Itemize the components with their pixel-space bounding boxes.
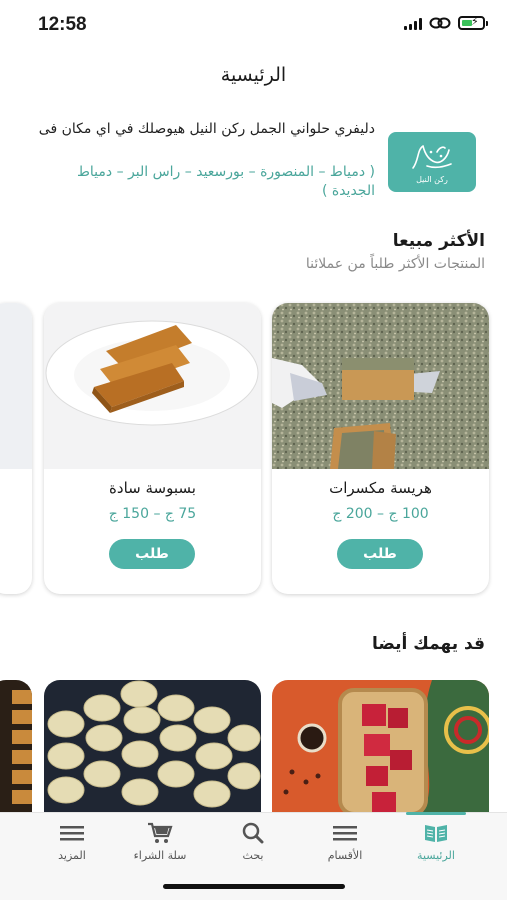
best-sellers-subtitle: المنتجات الأكثر طلباً من عملائنا (305, 256, 485, 272)
suggested-card[interactable] (44, 680, 261, 814)
status-icons: ⚡ (404, 15, 488, 30)
book-icon (425, 825, 447, 842)
order-button[interactable]: طلب (337, 539, 423, 569)
order-button[interactable]: طلب (109, 539, 195, 569)
tab-search[interactable]: بحث (213, 821, 293, 862)
product-card[interactable]: هريسة مكسرات 100 ج – 200 ج طلب (272, 303, 489, 594)
product-name: بسبوسة سادة (109, 479, 196, 497)
logo-text: ركن النيل (416, 175, 448, 184)
product-image (272, 303, 489, 469)
link-icon (429, 17, 451, 29)
tab-home[interactable]: الرئيسية (396, 821, 476, 862)
product-image (44, 303, 261, 469)
tab-categories-label: الأقسام (327, 849, 363, 862)
product-card-partial[interactable] (0, 303, 32, 594)
tab-cart[interactable]: سلة الشراء (120, 821, 200, 862)
menu-icon (333, 826, 357, 841)
delivery-description: دليفري حلواني الجمل ركن النيل هيوصلك في … (38, 121, 375, 137)
suggested-card[interactable] (272, 680, 489, 814)
tab-home-label: الرئيسية (417, 849, 455, 862)
status-bar: 12:58 ⚡ (0, 0, 507, 50)
signal-icon (404, 17, 422, 30)
tab-cart-label: سلة الشراء (133, 849, 187, 862)
cart-icon (148, 822, 173, 843)
page-title: الرئيسية (220, 64, 287, 86)
battery-icon: ⚡ (458, 15, 488, 30)
tab-categories[interactable]: الأقسام (305, 821, 385, 862)
best-sellers-title: الأكثر مبيعا (392, 231, 485, 251)
product-card[interactable]: بسبوسة سادة 75 ج – 150 ج طلب (44, 303, 261, 594)
search-icon (242, 822, 264, 844)
product-image (44, 680, 261, 814)
status-time: 12:58 (38, 14, 87, 35)
tab-search-label: بحث (242, 849, 264, 862)
product-price: 100 ج – 200 ج (332, 506, 429, 522)
active-tab-indicator (406, 812, 466, 815)
menu-icon (60, 826, 84, 841)
product-name: هريسة مكسرات (329, 479, 432, 497)
home-indicator (163, 884, 345, 889)
calligraphy-logo-icon (412, 145, 452, 169)
tab-more-label: المزيد (58, 849, 86, 862)
product-price: 75 ج – 150 ج (108, 506, 197, 522)
suggested-card-partial[interactable] (0, 680, 32, 814)
delivery-cities: ( دمياط – المنصورة – بورسعيد – راس البر … (76, 164, 375, 199)
tab-more[interactable]: المزيد (32, 821, 112, 862)
suggested-title: قد يهمك أيضا (372, 634, 485, 654)
brand-logo: ركن النيل (388, 132, 476, 192)
product-image (272, 680, 489, 814)
